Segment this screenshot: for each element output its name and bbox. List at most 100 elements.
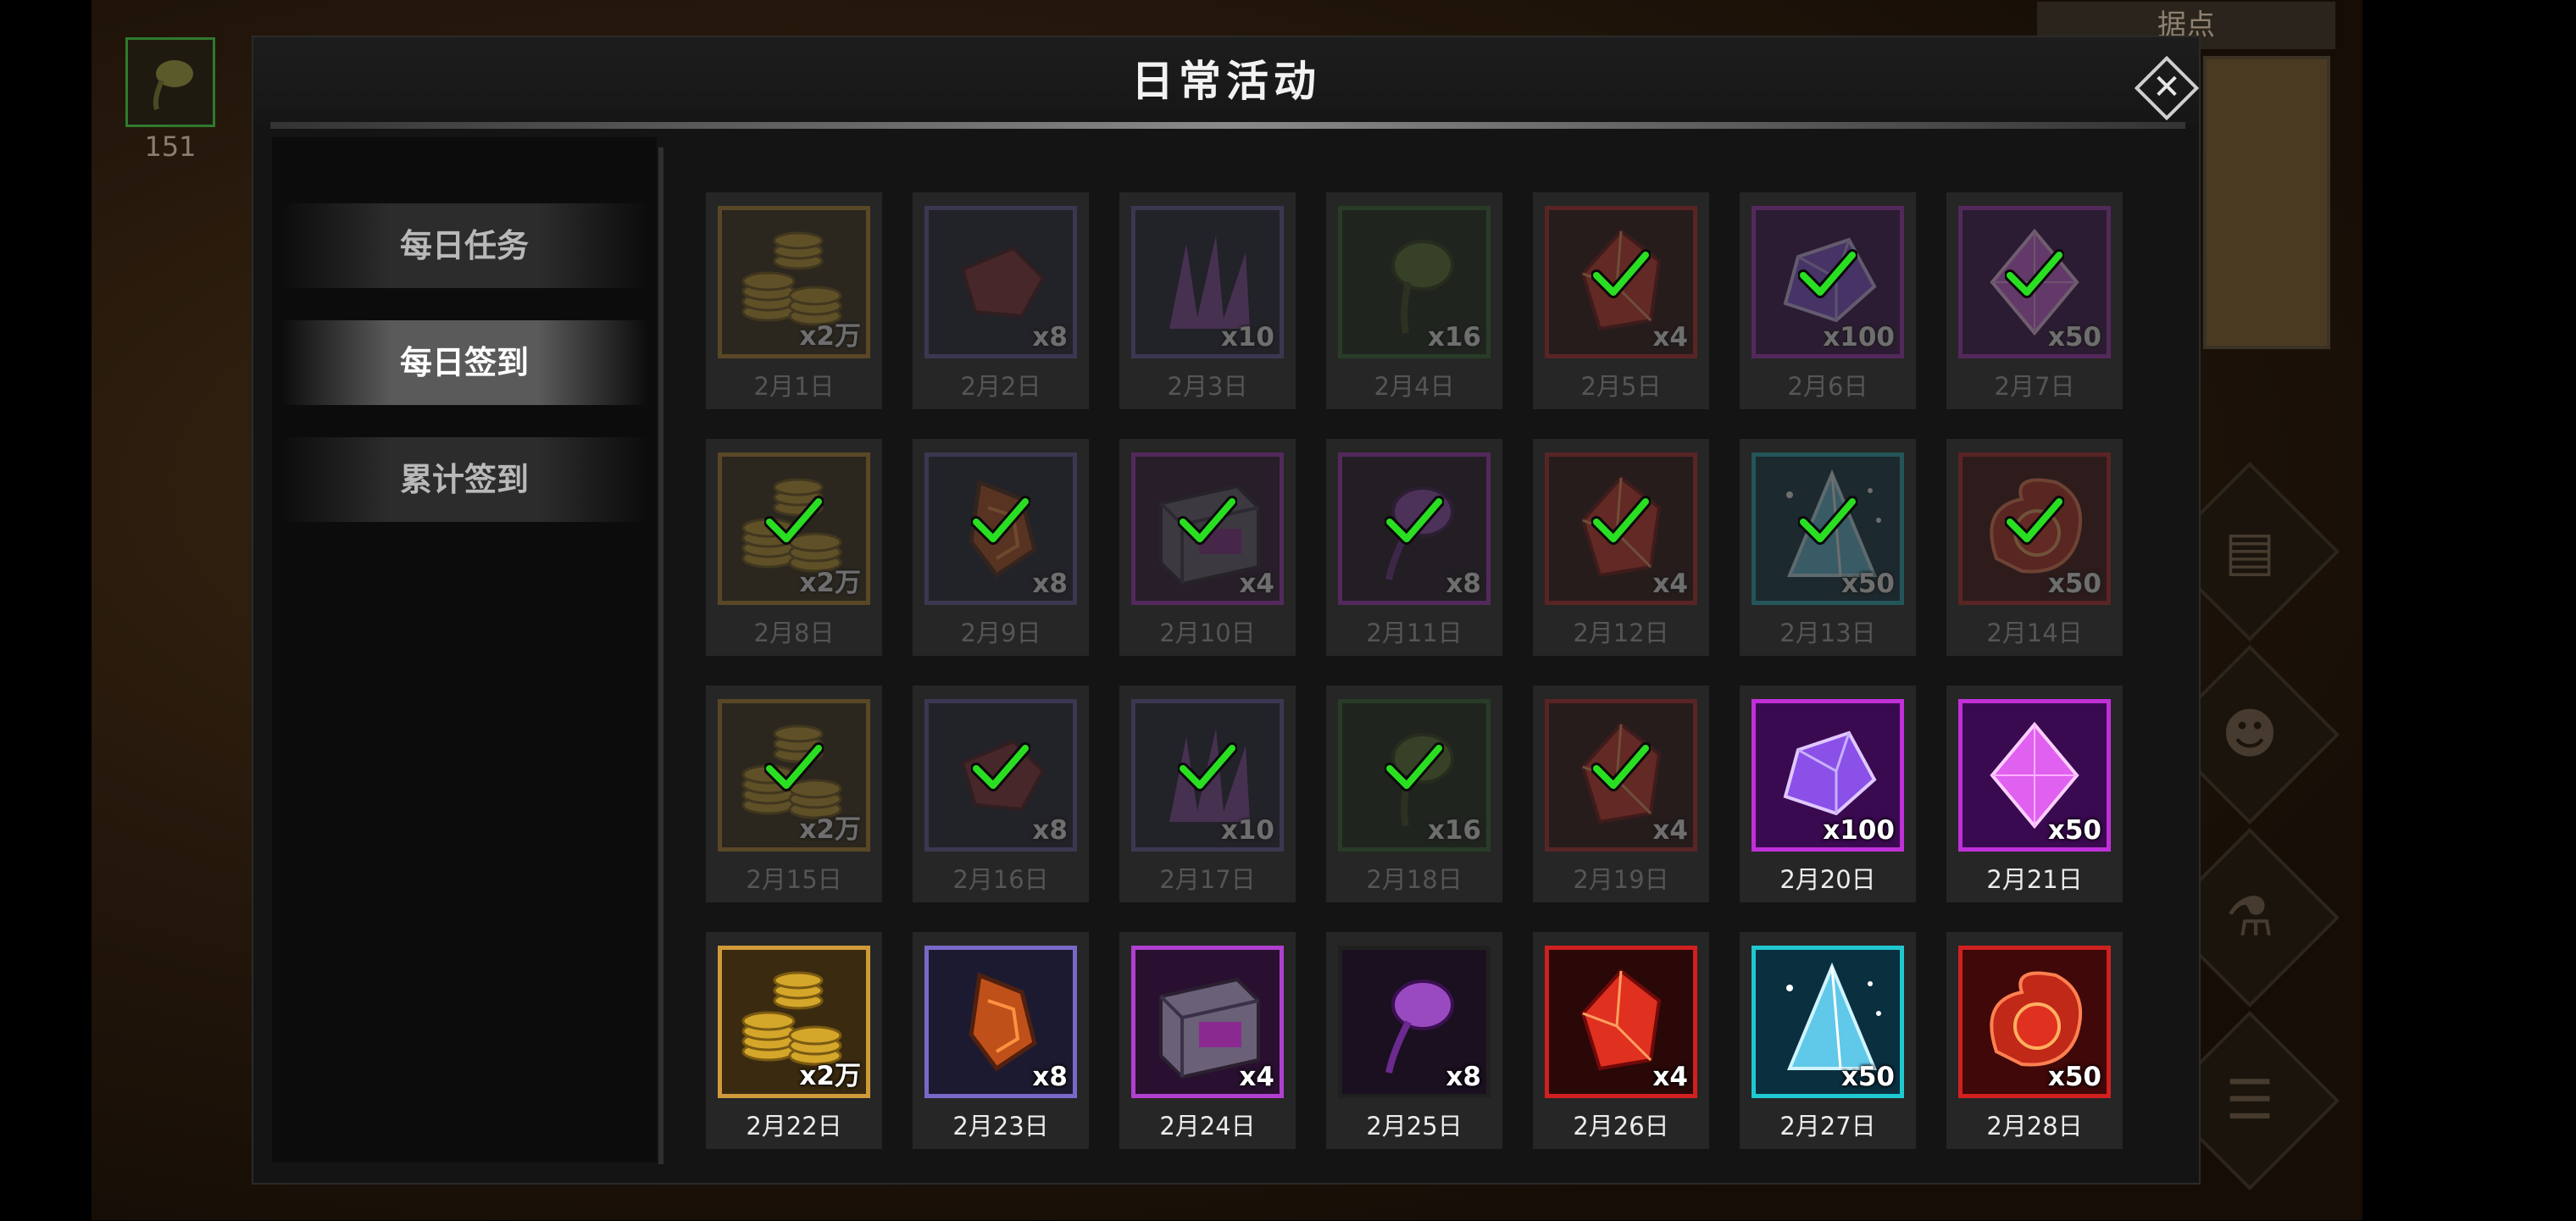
checkin-day-17[interactable]: x10 2月17日 xyxy=(1119,685,1296,902)
reward-quantity: x4 xyxy=(1239,1062,1274,1092)
checkin-day-20[interactable]: x100 2月20日 xyxy=(1740,685,1916,902)
claimed-check-icon xyxy=(971,742,1030,791)
potion-icon: ⚗ xyxy=(2225,886,2274,949)
tab-sidebar: 每日任务 每日签到 累计签到 xyxy=(272,137,657,1163)
checkin-day-24[interactable]: x4 2月24日 xyxy=(1119,932,1296,1149)
dialog-header: 日常活动 xyxy=(253,37,2199,125)
reward-frame: x50 xyxy=(1752,946,1904,1098)
bulb-item-icon xyxy=(153,60,193,110)
checkin-day-7[interactable]: x50 2月7日 xyxy=(1946,192,2123,409)
close-icon: ✕ xyxy=(2152,68,2181,107)
checkin-day-4[interactable]: x16 2月4日 xyxy=(1326,192,1502,409)
checkin-date: 2月5日 xyxy=(1580,372,1662,401)
claimed-check-icon xyxy=(971,496,1030,545)
checkin-date: 2月21日 xyxy=(1986,865,2083,894)
reward-frame: x8 xyxy=(924,206,1077,358)
checkin-day-1[interactable]: x2万 2月1日 xyxy=(706,192,882,409)
checkin-date: 2月10日 xyxy=(1159,619,1256,647)
checkin-date: 2月14日 xyxy=(1986,619,2083,647)
checkin-date: 2月18日 xyxy=(1366,865,1463,894)
reward-quantity: x2万 xyxy=(799,568,861,598)
checkin-day-25[interactable]: x8 2月25日 xyxy=(1326,932,1502,1149)
checkin-date: 2月6日 xyxy=(1787,372,1868,401)
checkin-day-23[interactable]: x8 2月23日 xyxy=(913,932,1089,1149)
checkin-day-16[interactable]: x8 2月16日 xyxy=(913,685,1089,902)
reward-quantity: x50 xyxy=(2047,322,2101,352)
reward-quantity: x4 xyxy=(1652,1062,1688,1092)
checkin-day-2[interactable]: x8 2月2日 xyxy=(913,192,1089,409)
reward-quantity: x8 xyxy=(1032,322,1068,352)
inventory-slot[interactable] xyxy=(125,37,215,127)
reward-quantity: x50 xyxy=(2047,569,2101,599)
tab-cumulative-checkin[interactable]: 累计签到 xyxy=(280,437,648,522)
claimed-check-icon xyxy=(1591,742,1651,791)
checkin-day-27[interactable]: x50 2月27日 xyxy=(1740,932,1916,1149)
checkin-day-6[interactable]: x100 2月6日 xyxy=(1740,192,1916,409)
checkin-day-18[interactable]: x16 2月18日 xyxy=(1326,685,1502,902)
reward-frame: x100 xyxy=(1752,699,1904,852)
reward-quantity: x16 xyxy=(1427,815,1481,846)
inventory-count: 151 xyxy=(144,130,197,163)
checkin-date: 2月9日 xyxy=(960,619,1041,647)
claimed-check-icon xyxy=(1591,249,1651,298)
checkin-day-13[interactable]: x50 2月13日 xyxy=(1740,439,1916,656)
reward-quantity: x50 xyxy=(2047,815,2101,846)
reward-quantity: x50 xyxy=(2047,1062,2101,1092)
checkin-date: 2月2日 xyxy=(960,372,1041,401)
checkin-date: 2月27日 xyxy=(1779,1112,1876,1141)
checkin-date: 2月16日 xyxy=(952,865,1049,894)
tab-daily-checkin[interactable]: 每日签到 xyxy=(280,320,648,405)
checkin-date: 2月24日 xyxy=(1159,1112,1256,1141)
checkin-day-28[interactable]: x50 2月28日 xyxy=(1946,932,2123,1149)
minimap[interactable] xyxy=(2203,56,2330,349)
reward-quantity: x8 xyxy=(1032,815,1068,846)
reward-frame: x8 xyxy=(924,946,1077,1098)
checkin-date: 2月28日 xyxy=(1986,1112,2083,1141)
checkin-date: 2月12日 xyxy=(1573,619,1669,647)
checkin-day-5[interactable]: x4 2月5日 xyxy=(1533,192,1709,409)
checkin-day-19[interactable]: x4 2月19日 xyxy=(1533,685,1709,902)
reward-quantity: x10 xyxy=(1220,815,1274,846)
claimed-check-icon xyxy=(1385,496,1444,545)
close-button[interactable]: ✕ xyxy=(2133,54,2201,122)
checkin-day-21[interactable]: x50 2月21日 xyxy=(1946,685,2123,902)
checkin-day-10[interactable]: x4 2月10日 xyxy=(1119,439,1296,656)
checkin-day-8[interactable]: x2万 2月8日 xyxy=(706,439,882,656)
checkin-date: 2月25日 xyxy=(1366,1112,1463,1141)
reward-frame: x4 xyxy=(1545,946,1697,1098)
checkin-date: 2月26日 xyxy=(1573,1112,1669,1141)
reward-quantity: x100 xyxy=(1823,322,1895,352)
reward-frame: x10 xyxy=(1131,206,1284,358)
reward-quantity: x8 xyxy=(1446,569,1481,599)
claimed-check-icon xyxy=(2005,496,2064,545)
reward-quantity: x4 xyxy=(1652,322,1688,352)
tab-daily-tasks[interactable]: 每日任务 xyxy=(280,203,648,288)
daily-activity-dialog: 日常活动 ✕ 每日任务 每日签到 累计签到 x2万 2月1日 x8 2月2日 x10 2月… xyxy=(252,36,2201,1185)
reward-quantity: x4 xyxy=(1652,815,1688,846)
checkin-date: 2月19日 xyxy=(1573,865,1669,894)
checkin-day-14[interactable]: x50 2月14日 xyxy=(1946,439,2123,656)
header-divider xyxy=(270,122,2185,129)
reward-quantity: x10 xyxy=(1220,322,1274,352)
checkin-day-22[interactable]: x2万 2月22日 xyxy=(706,932,882,1149)
reward-frame: x8 xyxy=(1338,946,1491,1098)
checkin-date: 2月11日 xyxy=(1366,619,1463,647)
checkin-day-12[interactable]: x4 2月12日 xyxy=(1533,439,1709,656)
reward-frame: x2万 xyxy=(718,206,870,358)
reward-quantity: x50 xyxy=(1840,569,1895,599)
reward-frame: x2万 xyxy=(718,946,870,1098)
checkin-date: 2月17日 xyxy=(1159,865,1256,894)
claimed-check-icon xyxy=(2005,249,2064,298)
reward-frame: x16 xyxy=(1338,206,1491,358)
checkin-date: 2月20日 xyxy=(1779,865,1876,894)
reward-quantity: x4 xyxy=(1652,569,1688,599)
reward-quantity: x16 xyxy=(1427,322,1481,352)
scroll-icon: ▤ xyxy=(2223,520,2276,583)
checkin-day-3[interactable]: x10 2月3日 xyxy=(1119,192,1296,409)
checkin-day-26[interactable]: x4 2月26日 xyxy=(1533,932,1709,1149)
checkin-day-15[interactable]: x2万 2月15日 xyxy=(706,685,882,902)
claimed-check-icon xyxy=(1798,249,1857,298)
checkin-day-9[interactable]: x8 2月9日 xyxy=(913,439,1089,656)
checkin-day-11[interactable]: x8 2月11日 xyxy=(1326,439,1502,656)
checkin-date: 2月8日 xyxy=(753,619,835,647)
